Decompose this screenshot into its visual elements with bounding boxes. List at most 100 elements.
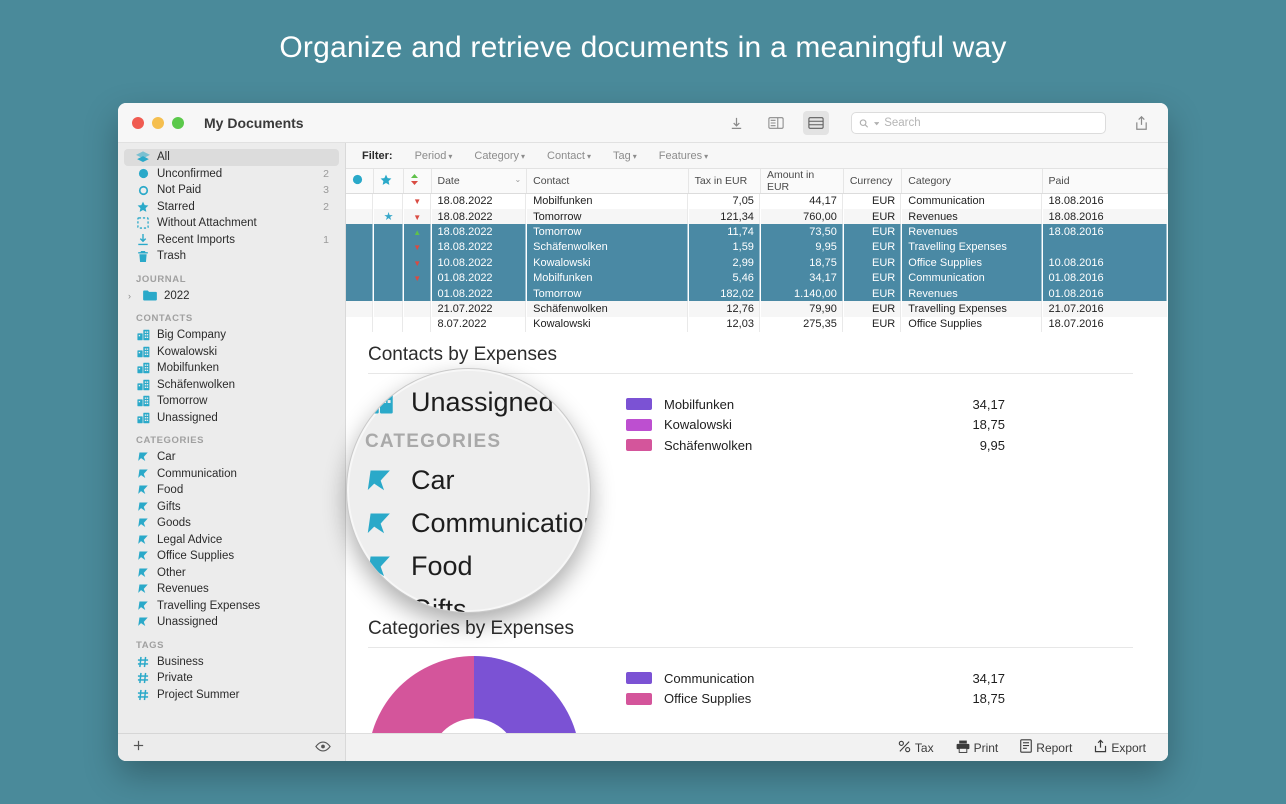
bottom-report-button[interactable]: Report (1020, 739, 1072, 756)
table-col-category[interactable]: Category (902, 169, 1042, 194)
table-col-icon-0[interactable] (346, 169, 374, 194)
cell-contact: Tomorrow (527, 224, 689, 239)
sidebar-item-sch-fenwolken[interactable]: Schäfenwolken (124, 377, 339, 394)
bottom-print-button[interactable]: Print (956, 740, 999, 756)
table-row[interactable]: ▲18.08.2022Tomorrow11,7473,50EURRevenues… (346, 224, 1168, 239)
folder-icon (143, 290, 157, 301)
building-icon (136, 379, 150, 391)
table-row[interactable]: ▼18.08.2022Mobilfunken7,0544,17EURCommun… (346, 194, 1168, 209)
table-col-tax-in-eur[interactable]: Tax in EUR (688, 169, 760, 194)
window-controls[interactable] (132, 117, 184, 129)
legend-value: 34,17 (919, 671, 1005, 686)
table-row[interactable]: ▼01.08.2022Mobilfunken5,4634,17EURCommun… (346, 270, 1168, 285)
cell-currency: EUR (843, 286, 901, 301)
table-header-row[interactable]: Date⌄ContactTax in EURAmount in EURCurre… (346, 169, 1168, 194)
maximize-button[interactable] (172, 117, 184, 129)
magnifier-top-label: Unassigned (411, 387, 554, 418)
view-detail-icon[interactable] (763, 111, 789, 135)
plus-icon[interactable] (132, 739, 145, 756)
sidebar-item-revenues[interactable]: Revenues (124, 581, 339, 598)
eye-icon[interactable] (315, 739, 331, 756)
table-col-contact[interactable]: Contact (527, 169, 689, 194)
magnifier-item-communication[interactable]: Communication (347, 502, 591, 545)
sidebar-item-unassigned[interactable]: Unassigned (124, 410, 339, 427)
trend-down-icon: ▼ (413, 197, 421, 206)
documents-table[interactable]: Date⌄ContactTax in EURAmount in EURCurre… (346, 169, 1168, 332)
sidebar-item-food[interactable]: Food (124, 482, 339, 499)
sidebar-item-trash[interactable]: Trash (124, 248, 339, 265)
sidebar-item-legal-advice[interactable]: Legal Advice (124, 532, 339, 549)
sidebar-item-count: 3 (315, 184, 329, 196)
filter-features[interactable]: Features▾ (659, 150, 708, 162)
download-icon[interactable] (723, 111, 749, 135)
table-body[interactable]: ▼18.08.2022Mobilfunken7,0544,17EURCommun… (346, 194, 1168, 333)
view-list-icon[interactable] (803, 111, 829, 135)
table-col-amount-in-eur[interactable]: Amount in EUR (760, 169, 843, 194)
table-col-paid[interactable]: Paid (1042, 169, 1167, 194)
search-input[interactable] (884, 117, 1098, 129)
sidebar-item-without-attachment[interactable]: Without Attachment (124, 215, 339, 232)
sidebar-item-big-company[interactable]: Big Company (124, 327, 339, 344)
table-col-currency[interactable]: Currency (843, 169, 901, 194)
sidebar-item-business[interactable]: Business (124, 654, 339, 671)
sidebar-item-project-summer[interactable]: Project Summer (124, 687, 339, 704)
sidebar-item-starred[interactable]: Starred2 (124, 199, 339, 216)
bottom-export-button[interactable]: Export (1094, 739, 1146, 756)
sidebar-scroll[interactable]: AllUnconfirmed2Not Paid3Starred2Without … (118, 143, 345, 733)
magnifier-item-food[interactable]: Food (347, 545, 591, 588)
magnifier-item-label: Gifts (411, 594, 467, 613)
cell-category: Revenues (902, 209, 1042, 224)
table-col-icon-1[interactable] (374, 169, 404, 194)
sidebar-item-car[interactable]: Car (124, 449, 339, 466)
sidebar-item-mobilfunken[interactable]: Mobilfunken (124, 360, 339, 377)
cell-category: Revenues (902, 286, 1042, 301)
sidebar-item-recent-imports[interactable]: Recent Imports1 (124, 232, 339, 249)
table-row[interactable]: ▼10.08.2022Kowalowski2,9918,75EUROffice … (346, 255, 1168, 270)
sidebar-item-not-paid[interactable]: Not Paid3 (124, 182, 339, 199)
table-row[interactable]: ★▼18.08.2022Tomorrow121,34760,00EURReven… (346, 209, 1168, 224)
filter-tag[interactable]: Tag▾ (613, 150, 637, 162)
magnifier-item-car[interactable]: Car (347, 459, 591, 502)
sidebar-item-all[interactable]: All (124, 149, 339, 166)
sidebar-item-goods[interactable]: Goods (124, 515, 339, 532)
table-row[interactable]: 21.07.2022Schäfenwolken12,7679,90EURTrav… (346, 301, 1168, 316)
sidebar-item-unconfirmed[interactable]: Unconfirmed2 (124, 166, 339, 183)
table-row[interactable]: ▼18.08.2022Schäfenwolken1,599,95EURTrave… (346, 240, 1168, 255)
sidebar-item-label: Car (157, 451, 308, 463)
sidebar-item-label: Unconfirmed (157, 168, 308, 180)
chevron-down-icon[interactable] (874, 121, 879, 126)
filter-category[interactable]: Category▾ (474, 150, 525, 162)
cell-contact: Tomorrow (527, 209, 689, 224)
table-row[interactable]: 01.08.2022Tomorrow182,021.140,00EURReven… (346, 286, 1168, 301)
tag-icon (136, 583, 150, 595)
sidebar-item-gifts[interactable]: Gifts (124, 499, 339, 516)
sidebar-item-2022[interactable]: ›2022 (124, 288, 339, 305)
sidebar-item-office-supplies[interactable]: Office Supplies (124, 548, 339, 565)
disclosure-triangle[interactable]: › (128, 291, 136, 301)
filter-contact[interactable]: Contact▾ (547, 150, 591, 162)
sidebar-categories-group: Car CommunicationFoodGiftsGoodsLegal Advi… (118, 449, 345, 631)
close-button[interactable] (132, 117, 144, 129)
table-row[interactable]: 8.07.2022Kowalowski12,03275,35EUROffice … (346, 317, 1168, 332)
bottom-tax-button[interactable]: Tax (898, 740, 934, 756)
sidebar-item-unassigned[interactable]: Unassigned (124, 614, 339, 631)
sidebar-item-label: Business (157, 656, 308, 668)
table-col-icon-2[interactable] (403, 169, 431, 194)
legend-value: 18,75 (919, 417, 1005, 432)
sidebar-item-travelling-expenses[interactable]: Travelling Expenses (124, 598, 339, 615)
sidebar-item-label: Revenues (157, 583, 308, 595)
sidebar-item-tomorrow[interactable]: Tomorrow (124, 393, 339, 410)
share-icon[interactable] (1128, 111, 1154, 135)
star-icon[interactable]: ★ (384, 211, 394, 223)
cell-starred: ★ (374, 209, 404, 224)
sidebar-item-kowalowski[interactable]: Kowalowski (124, 344, 339, 361)
table-col-date[interactable]: Date⌄ (431, 169, 527, 194)
magnifier-item-gifts[interactable]: Gifts (347, 588, 591, 613)
cell-contact: Tomorrow (527, 286, 689, 301)
filter-period[interactable]: Period▾ (415, 150, 453, 162)
sidebar-item-other[interactable]: Other (124, 565, 339, 582)
minimize-button[interactable] (152, 117, 164, 129)
sidebar-item-private[interactable]: Private (124, 670, 339, 687)
sidebar-item-communication[interactable]: Communication (124, 466, 339, 483)
search-field[interactable] (851, 112, 1106, 134)
